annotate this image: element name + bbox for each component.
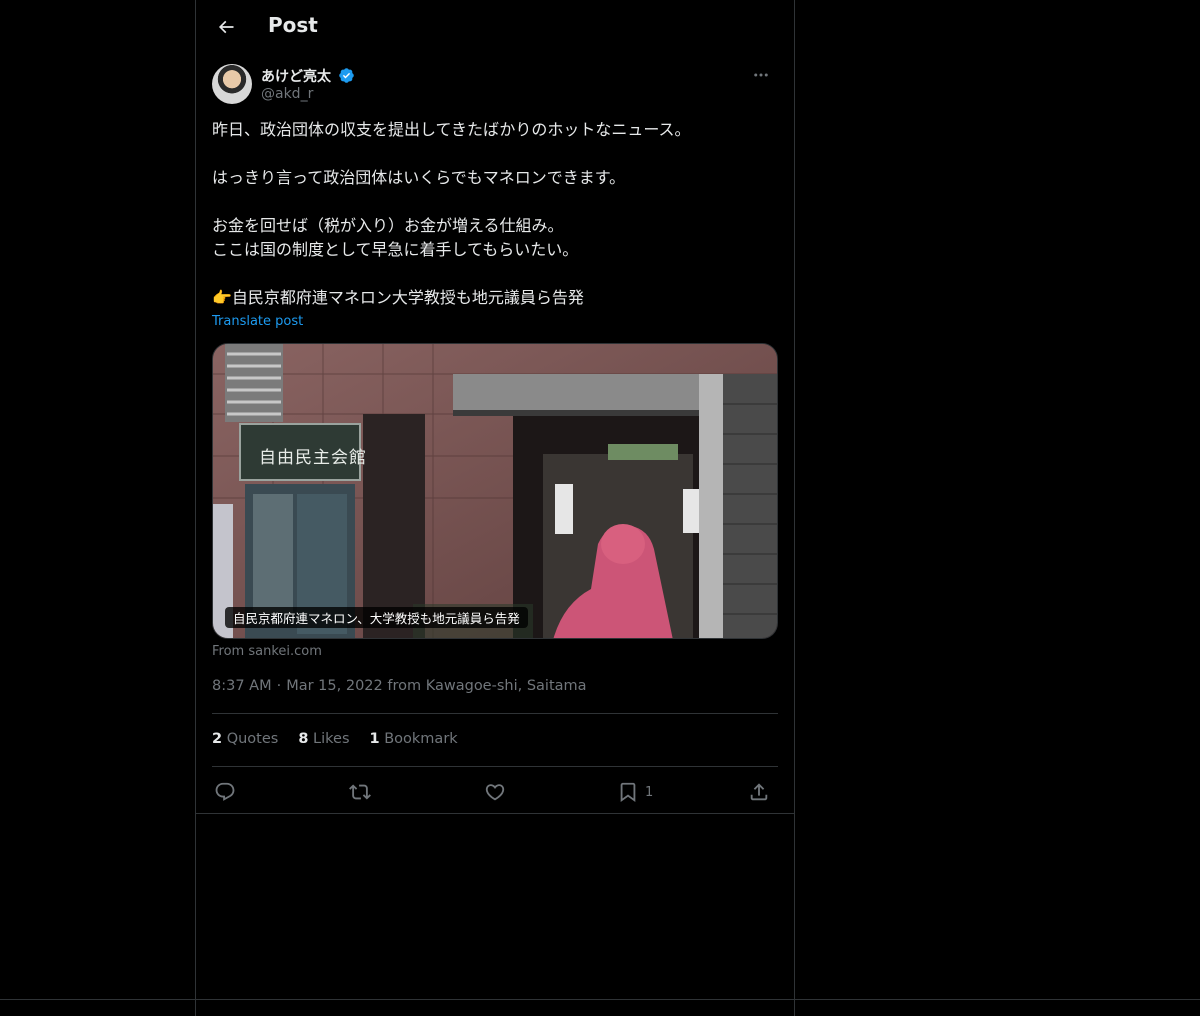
avatar[interactable] <box>212 64 252 104</box>
like-button[interactable] <box>484 778 506 806</box>
more-icon <box>754 73 768 77</box>
share-button[interactable] <box>748 778 770 806</box>
primary-column: Post あけど亮太 @akd_r 昨日、政治団体の収支を提出してきたばかりのホ… <box>195 0 795 1016</box>
reply-button[interactable] <box>214 778 236 806</box>
likes-label: Likes <box>313 731 350 747</box>
quotes-stat[interactable]: 2 Quotes <box>212 731 278 751</box>
bookmark-count: 1 <box>645 784 654 800</box>
meta-separator: · <box>276 678 282 694</box>
bookmarks-label: Bookmark <box>384 731 458 747</box>
page-bottom-border <box>0 999 1200 1000</box>
like-icon <box>485 784 505 801</box>
repost-button[interactable] <box>349 778 371 806</box>
post-time[interactable]: 8:37 AM <box>212 678 272 694</box>
bookmarks-stat[interactable]: 1 Bookmark <box>370 731 458 751</box>
post-meta: 8:37 AM · Mar 15, 2022 from Kawagoe-shi, S… <box>212 678 587 694</box>
quotes-count: 2 <box>212 731 223 747</box>
post-stats: 2 Quotes 8 Likes 1 Bookmark <box>212 731 478 751</box>
reply-icon <box>215 782 235 801</box>
verified-badge-icon <box>339 68 354 83</box>
divider <box>212 713 778 714</box>
display-name[interactable]: あけど亮太 <box>261 66 331 86</box>
action-bar: 1 <box>212 778 778 806</box>
post-location: from Kawagoe-shi, Saitama <box>387 678 587 694</box>
link-card[interactable]: 自由民主会館 自民京都府連マネロン、大学教授も地元議員ら告発 <box>212 343 778 639</box>
post-text: 昨日、政治団体の収支を提出してきたばかりのホットなニュース。 はっきり言って政治… <box>212 120 691 307</box>
card-caption: 自民京都府連マネロン、大学教授も地元議員ら告発 <box>225 607 528 628</box>
likes-stat[interactable]: 8 Likes <box>298 731 349 751</box>
page-title: Post <box>268 13 318 37</box>
bookmark-icon <box>620 782 636 803</box>
post-author: あけど亮太 @akd_r <box>212 64 778 108</box>
card-sign-text: 自由民主会館 <box>259 448 367 468</box>
handle[interactable]: @akd_r <box>261 86 313 102</box>
bookmarks-count: 1 <box>369 731 380 747</box>
card-image <box>213 344 777 638</box>
quotes-label: Quotes <box>226 731 279 747</box>
card-source[interactable]: From sankei.com <box>212 644 322 659</box>
post-header: Post <box>196 0 794 54</box>
back-button[interactable] <box>208 9 244 45</box>
repost-icon <box>349 784 371 800</box>
translate-post-link[interactable]: Translate post <box>212 314 303 329</box>
post-date[interactable]: Mar 15, 2022 <box>286 678 383 694</box>
more-button[interactable] <box>744 64 778 86</box>
share-icon <box>750 783 768 801</box>
back-arrow-icon <box>218 20 234 34</box>
divider <box>196 813 794 814</box>
divider <box>212 766 778 767</box>
likes-count: 8 <box>298 731 309 747</box>
bookmark-button[interactable]: 1 <box>617 778 653 806</box>
